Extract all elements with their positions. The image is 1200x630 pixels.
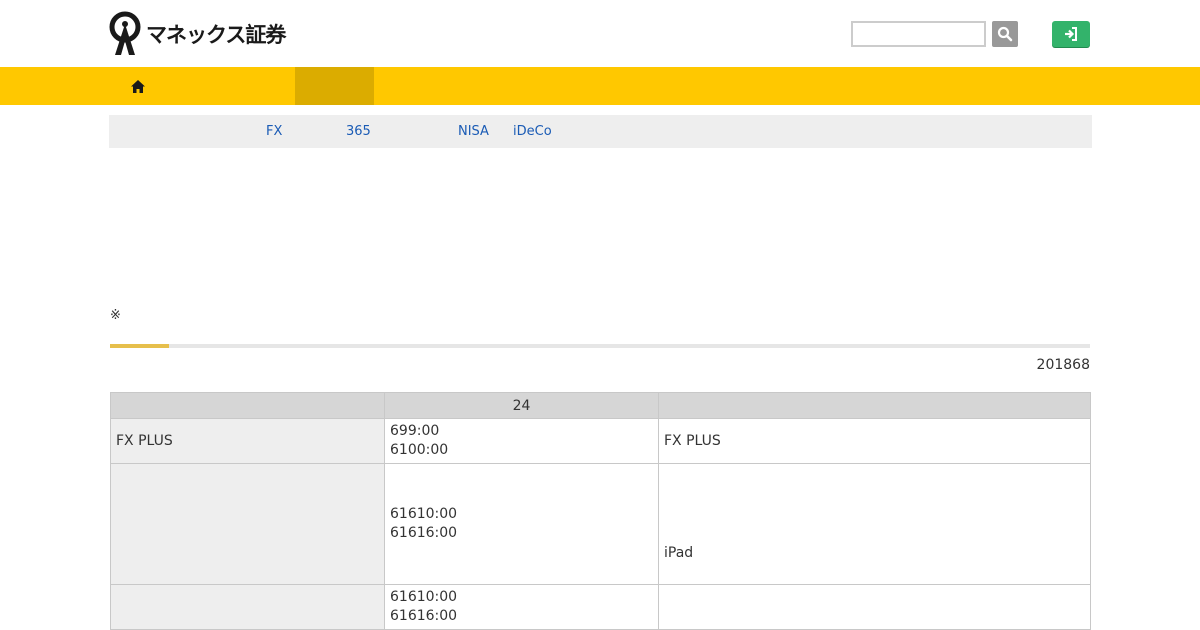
nav-item-active[interactable] <box>295 67 374 105</box>
time-line: 61610:00 <box>390 589 458 605</box>
time-line: 61616:00 <box>390 525 458 541</box>
progress-bar <box>110 344 1090 348</box>
note-mark: ※ <box>110 308 121 323</box>
column-header <box>110 392 385 419</box>
table-row: 61610:00 61616:00 iPad <box>110 463 1091 585</box>
time-line: 6100:00 <box>390 442 449 458</box>
time-line: 699:00 <box>390 423 440 439</box>
monex-logo[interactable]: マネックス証券 <box>109 11 286 57</box>
search-button[interactable] <box>992 21 1018 47</box>
subnav-item-nisa[interactable]: NISA <box>458 124 489 139</box>
progress-fill <box>110 344 169 348</box>
logo-text: マネックス証券 <box>146 23 286 47</box>
time-line: 61610:00 <box>390 506 458 522</box>
global-nav <box>0 67 1200 105</box>
sub-nav: FX 365 NISA iDeCo <box>109 115 1092 148</box>
time-cell: 699:00 6100:00 <box>384 418 659 464</box>
sign-in-icon <box>1065 27 1077 41</box>
monex-mascot-icon <box>109 11 141 55</box>
update-date: 201868 <box>1036 357 1090 373</box>
column-header <box>658 392 1091 419</box>
note-cell <box>658 584 1091 630</box>
time-cell: 61610:00 61616:00 <box>384 463 659 585</box>
table-row: FX PLUS 699:00 6100:00 FX PLUS <box>110 418 1091 464</box>
nav-home[interactable] <box>110 67 165 105</box>
table-row: 61610:00 61616:00 <box>110 584 1091 630</box>
row-header <box>110 463 385 585</box>
subnav-item-365[interactable]: 365 <box>346 124 371 139</box>
row-header: FX PLUS <box>110 418 385 464</box>
table-header-row: 24 <box>110 392 1091 419</box>
note-cell: iPad <box>658 463 1091 585</box>
row-header <box>110 584 385 630</box>
home-icon <box>130 79 145 93</box>
trading-hours-table: 24 FX PLUS 699:00 6100:00 FX PLUS 61610:… <box>110 392 1091 630</box>
subnav-item-ideco[interactable]: iDeCo <box>513 124 552 139</box>
subnav-item-fx[interactable]: FX <box>266 124 282 139</box>
login-button[interactable] <box>1052 21 1090 47</box>
note-text: iPad <box>664 545 694 561</box>
column-header: 24 <box>384 392 659 419</box>
note-cell: FX PLUS <box>658 418 1091 464</box>
search-input[interactable] <box>851 21 986 47</box>
time-cell: 61610:00 61616:00 <box>384 584 659 630</box>
time-line: 61616:00 <box>390 608 458 624</box>
site-header: マネックス証券 <box>0 0 1200 67</box>
search-icon <box>997 26 1013 42</box>
